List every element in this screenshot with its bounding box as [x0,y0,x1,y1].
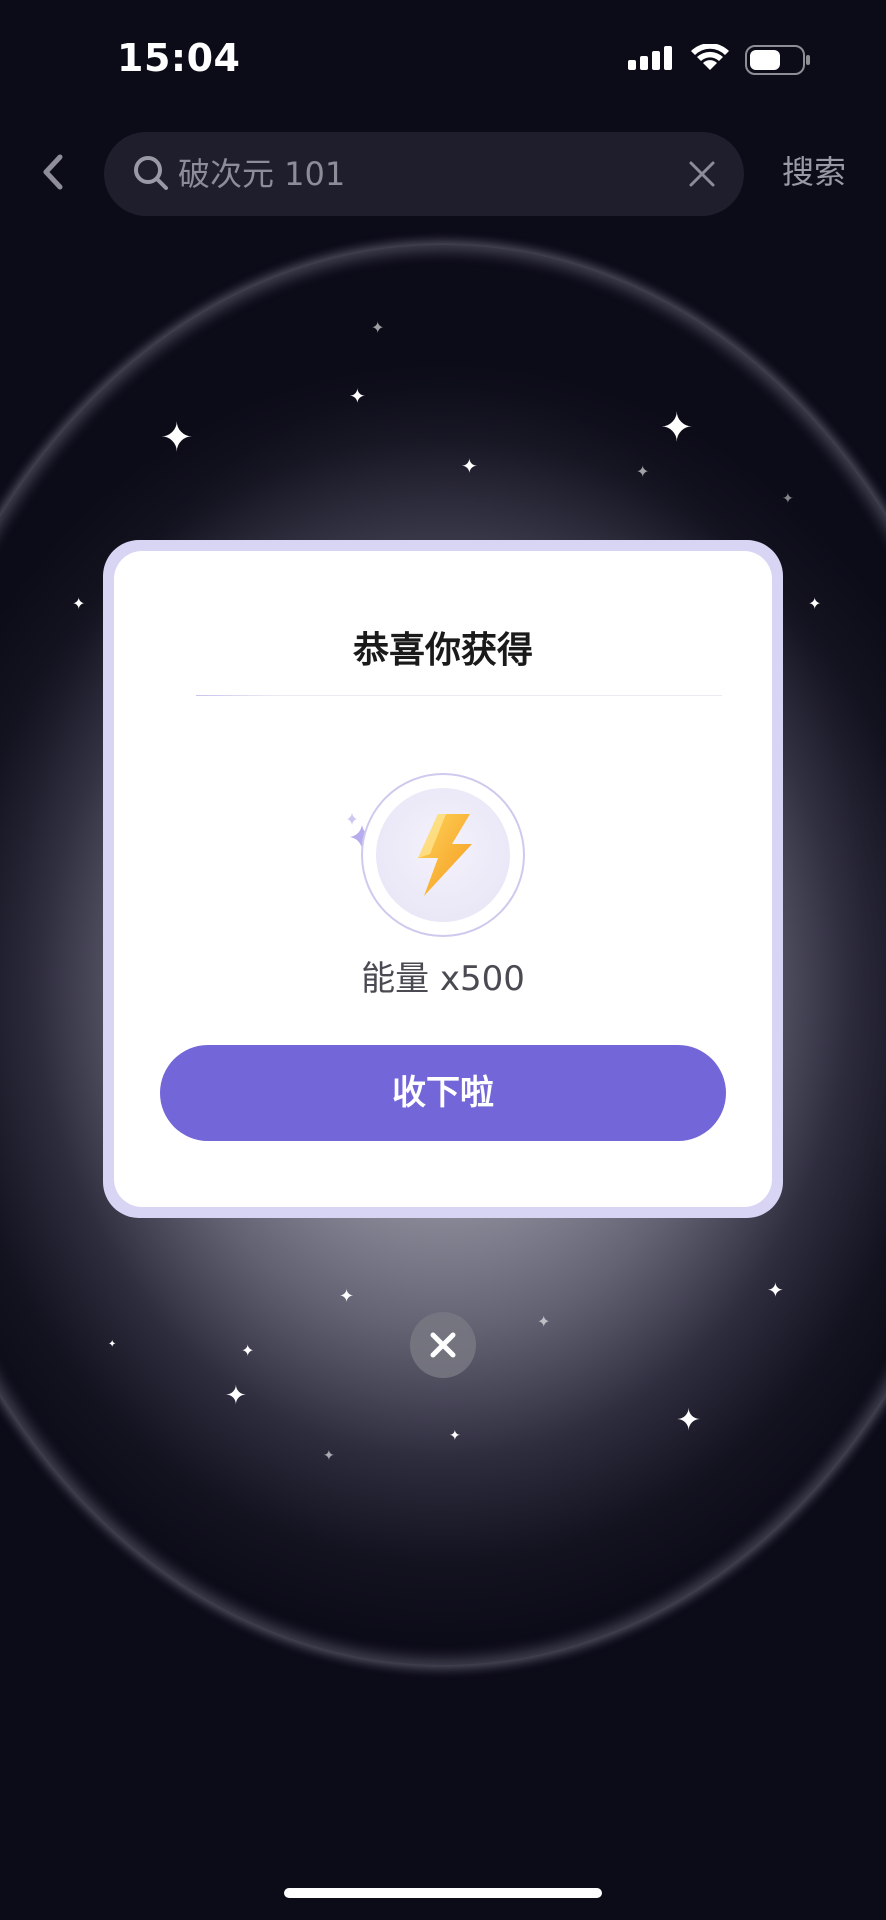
sparkle-star-icon: ✦ [782,491,794,507]
sparkle-star-icon: ✦ [636,462,650,481]
status-bar: 15:04 [0,0,886,120]
search-icon [134,156,168,190]
clear-search-icon[interactable] [688,160,716,188]
battery-icon [745,45,810,75]
sparkle-star-icon: ✦ [449,1428,461,1444]
sparkle-star-icon: ✦ [339,1286,355,1307]
search-button[interactable]: 搜索 [782,150,846,194]
sparkle-star-icon: ✦ [160,415,194,461]
close-popup-button[interactable] [410,1312,476,1378]
accept-button[interactable]: 收下啦 [160,1045,726,1141]
sparkle-star-icon: ✦ [676,1403,702,1438]
wifi-icon [691,44,729,70]
sparkle-star-icon: ✦ [241,1341,255,1360]
sparkle-star-icon: ✦ [461,454,478,478]
popup-title: 恭喜你获得 [352,630,533,671]
search-input[interactable]: 破次元 101 [104,132,744,216]
status-time: 15:04 [117,36,241,80]
sparkle-star-icon: ✦ [660,405,694,451]
reward-popup: 恭喜你获得 能量 x500 收下啦 [103,540,783,1218]
home-indicator[interactable] [284,1888,602,1898]
reward-popup-card: 恭喜你获得 能量 x500 收下啦 [114,551,772,1207]
chevron-left-icon [43,154,63,190]
sparkle-star-icon: ✦ [371,318,385,337]
sparkle-star-icon: ✦ [808,594,822,613]
reward-badge-inner [376,788,510,922]
sparkle-star-icon: ✦ [767,1278,784,1302]
sparkle-star-icon: ✦ [537,1312,551,1331]
title-divider [196,695,722,696]
reward-label: 能量 x500 [361,959,525,999]
screen: 15:04 破次元 101 搜索 ✦ ✦ ✦ ✦ ✦ ✦ ✦ ✦ ✦ ✦ ✦ ✦… [0,0,886,1920]
sparkle-star-icon: ✦ [72,594,86,613]
sparkle-star-icon: ✦ [349,384,366,408]
search-query: 破次元 101 [178,155,346,193]
reward-badge [361,773,525,937]
sparkle-star-icon: ✦ [108,1339,117,1350]
signal-icon [628,46,672,70]
sparkle-star-icon: ✦ [225,1381,247,1411]
close-icon [430,1332,456,1358]
lightning-icon [418,814,472,896]
sparkle-star-icon: ✦ [323,1448,335,1464]
back-button[interactable] [36,150,70,194]
